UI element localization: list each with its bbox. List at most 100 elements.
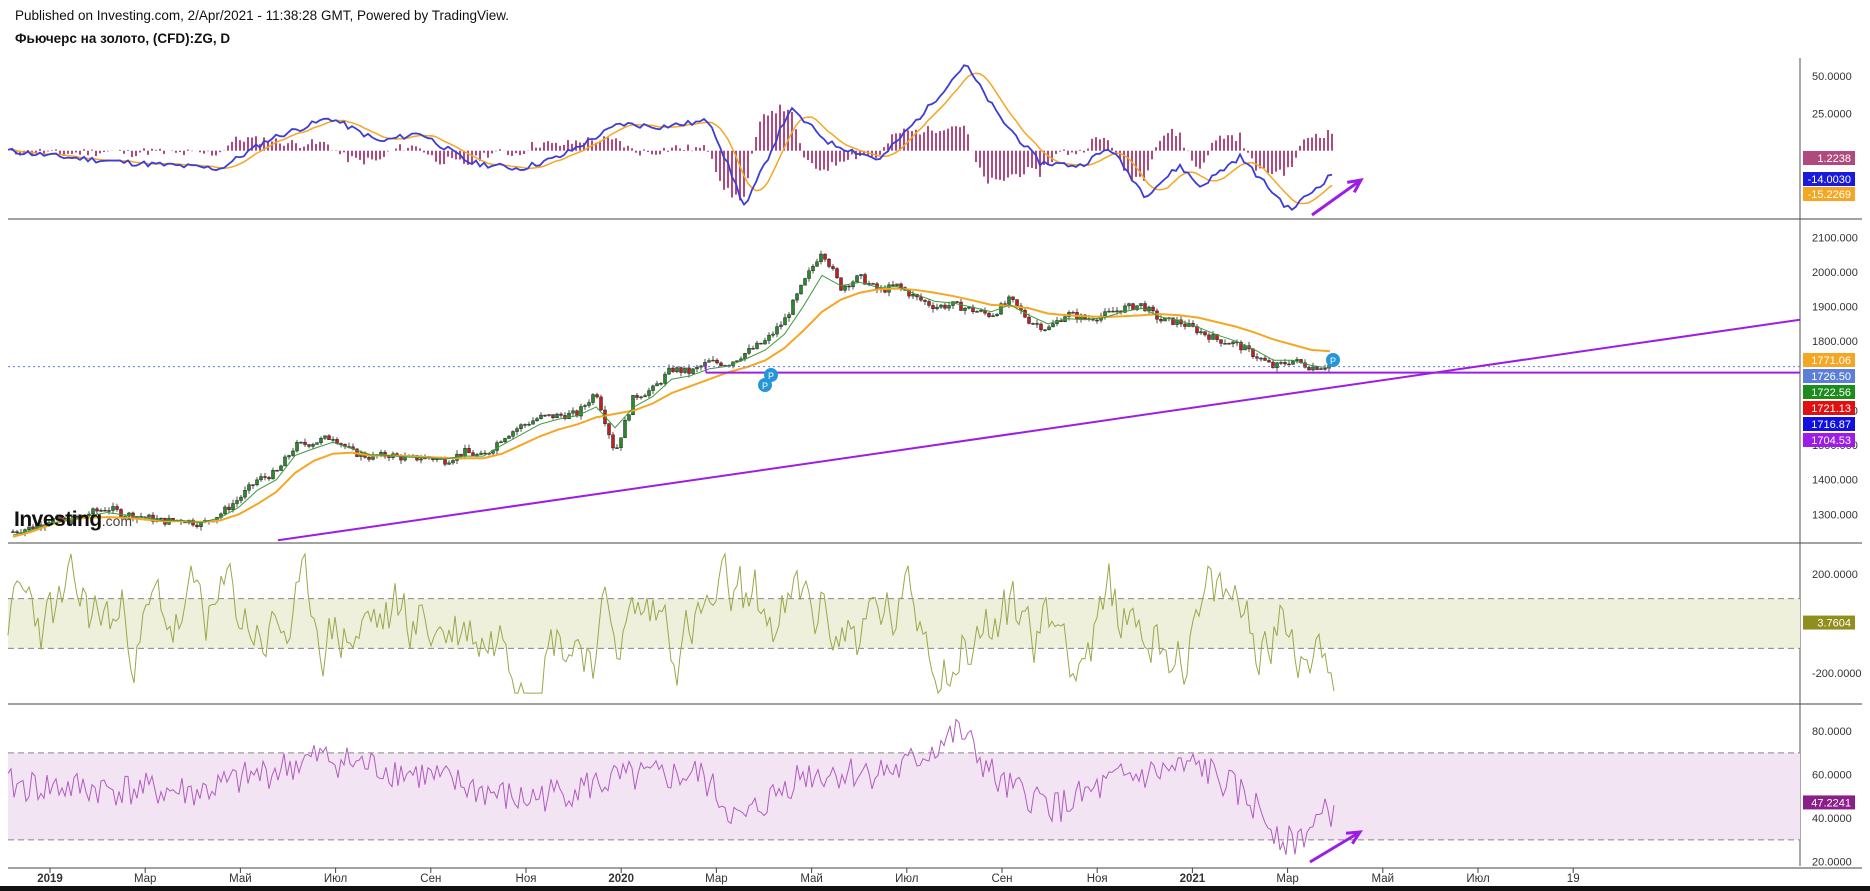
macd-line [7,64,1333,211]
rsi-y-tick: 80.0000 [1812,726,1852,738]
price-candle [707,360,711,363]
price-candle [1263,357,1267,361]
price-candle [931,305,935,309]
price-candle [1207,334,1211,340]
price-candle [711,359,715,362]
price-candle [639,396,643,399]
price-candle [835,268,839,279]
price-candle [1159,319,1163,322]
price-candle [963,307,967,311]
price-y-tick: 2000.000 [1812,267,1858,279]
price-candle [263,476,267,478]
price-candle [247,484,251,491]
price-candle [615,447,619,449]
cci-y-tick: -200.0000 [1812,668,1862,680]
price-candle [583,405,587,407]
price-candle [743,353,747,360]
price-candle [243,489,247,498]
chart-canvas[interactable]: 50.0000 25.0000 2100.000 2000.000 1900.000 18… [0,0,1870,891]
price-candle [923,299,927,302]
price-candle [847,285,851,288]
price-y-tick: 2100.000 [1812,232,1858,244]
x-tick-label: Июл [895,873,918,885]
price-candle [807,270,811,279]
price-candle [1323,368,1327,370]
price-candle [519,424,523,429]
price-value-tag-label: 1716.87 [1811,419,1851,431]
price-candle [275,470,279,472]
price-candle [1283,362,1287,365]
rsi-value-tag-label: 47.2241 [1811,797,1851,809]
price-candle [1015,299,1019,307]
price-candle [687,367,691,374]
price-candle [939,304,943,308]
price-candle [831,266,835,269]
price-candle [855,275,859,283]
price-candle [1115,310,1119,313]
price-candle [1111,310,1115,313]
price-candle [483,452,487,455]
price-candle [683,367,687,373]
price-candle [255,479,259,486]
price-candle [671,367,675,372]
price-candle [715,359,719,364]
rsi-y-tick: 20.0000 [1812,857,1852,869]
price-candle [539,414,543,419]
price-candle [227,506,231,510]
price-candle [1315,366,1319,370]
price-y-tick: 1900.000 [1812,302,1858,314]
macd-y-tick: 25.0000 [1812,108,1852,120]
price-candle [531,420,535,425]
price-candle [1163,317,1167,322]
price-candle [1227,343,1231,345]
macd-value-tag-label: -15.2269 [1808,189,1851,201]
price-candle [783,317,787,326]
price-candle [1039,323,1043,330]
price-candle [943,304,947,309]
price-candle [947,305,951,309]
rsi-band [8,752,1800,840]
price-candle [291,450,295,456]
price-candle [587,402,591,406]
x-tick-label: Сен [420,873,441,885]
price-candle [1007,296,1011,305]
price-candle [1095,319,1099,322]
price-candle [911,294,915,297]
x-tick-label: 2019 [37,873,63,885]
price-candle [899,283,903,288]
investing-logo: Investing.com [14,508,132,532]
price-candle [819,253,823,262]
price-candle [935,306,939,309]
price-candle [331,439,335,441]
price-candle [559,413,563,416]
price-candle [659,383,663,385]
price-candle [1031,323,1035,325]
price-candle [1107,310,1111,313]
x-tick-label: Июл [1466,873,1489,885]
price-candle [555,413,559,419]
x-tick-label: Мар [705,873,728,885]
price-candle [271,470,275,480]
price-candle [1035,323,1039,325]
price-candle [1231,341,1235,345]
price-candle [499,441,503,444]
price-candle [771,333,775,336]
x-tick-label: Мар [1276,873,1299,885]
price-candle [691,368,695,374]
price-candle [987,312,991,317]
price-candle [543,414,547,417]
price-candle [195,524,199,527]
price-moving-average [12,274,1331,536]
cci-value-tag-label: 3.7604 [1817,618,1851,630]
price-moving-average [12,287,1331,538]
price-candle [755,342,759,349]
price-candle [815,261,819,267]
price-candle [607,423,611,436]
ascending-trendline [277,318,1801,542]
price-candle [251,484,255,486]
price-candle [1287,363,1291,366]
price-candle [863,274,867,285]
price-candle [1131,303,1135,310]
price-candle [535,418,539,422]
price-candle [507,435,511,439]
